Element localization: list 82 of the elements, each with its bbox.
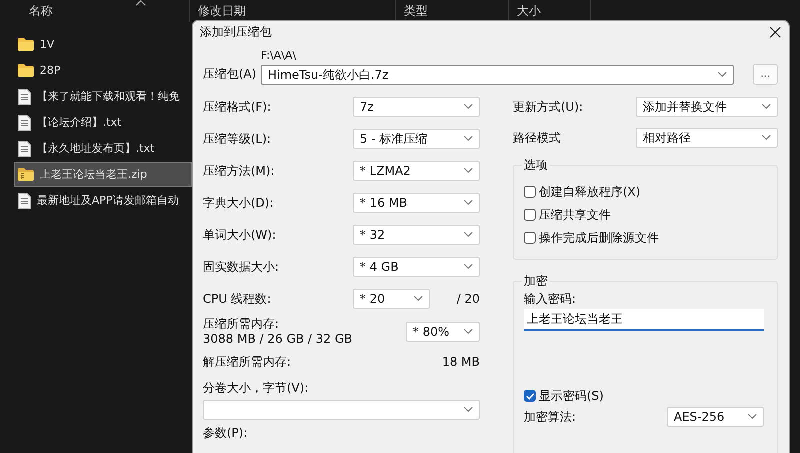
group-title: 选项 — [523, 158, 549, 172]
archive-path: F:\A\A\ — [261, 49, 298, 62]
thread-max: / 20 — [456, 292, 480, 306]
chevron-icon — [464, 200, 473, 206]
chevron-icon — [464, 104, 473, 110]
setting-label: 压缩格式(F): — [203, 100, 272, 114]
field-label: 输入密码: — [524, 292, 578, 306]
chevron-icon — [718, 72, 727, 78]
checkbox[interactable] — [524, 390, 536, 402]
close-icon[interactable] — [770, 26, 781, 38]
password-field[interactable]: 上老王论坛当老王 — [524, 309, 764, 331]
file-row[interactable]: 1V — [14, 32, 192, 57]
setting-dropdown[interactable]: * 4 GB — [353, 257, 480, 277]
setting-label: CPU 线程数: — [203, 292, 272, 306]
file-row[interactable]: 【来了就能下载和观看！纯免 — [14, 84, 192, 109]
chevron-icon — [464, 168, 473, 174]
file-row[interactable]: 【论坛介绍】.txt — [14, 110, 192, 135]
setting-label: 单词大小(W): — [203, 228, 278, 242]
setting-label: 路径模式 — [513, 131, 562, 145]
chevron-icon — [762, 135, 771, 141]
column-header[interactable]: 名称 — [0, 0, 190, 22]
checkbox[interactable] — [524, 232, 536, 244]
archive-name-field[interactable]: HimeTsu-纯欲小白.7z — [261, 65, 734, 85]
chevron-icon — [464, 136, 473, 142]
file-row[interactable]: 【永久地址发布页】.txt — [14, 136, 192, 161]
file-name: 【来了就能下载和观看！纯免 — [37, 89, 180, 104]
chevron-icon — [464, 328, 473, 334]
chevron-icon — [414, 296, 423, 302]
zip-folder-icon — [18, 168, 34, 181]
file-name: 1V — [40, 38, 55, 51]
file-row[interactable]: 28P — [14, 58, 192, 83]
memory-usage: 3088 MB / 26 GB / 32 GB — [203, 332, 353, 346]
setting-label: 压缩等级(L): — [203, 132, 272, 146]
option-label: 压缩共享文件 — [539, 208, 611, 222]
setting-dropdown[interactable]: 相对路径 — [636, 128, 778, 148]
text-file-icon — [18, 192, 31, 208]
text-file-icon — [18, 88, 31, 104]
encryption-dropdown[interactable]: AES-256 — [667, 407, 764, 427]
setting-label: 参数(P): — [203, 426, 249, 440]
setting-label: 分卷大小，字节(V): — [203, 381, 310, 395]
setting-label: 解压缩所需内存: — [203, 355, 292, 369]
chevron-icon — [762, 104, 771, 110]
setting-dropdown[interactable]: 添加并替换文件 — [636, 97, 778, 117]
dialog-title: 添加到压缩包 — [200, 25, 272, 39]
setting-label: 更新方式(U): — [513, 100, 584, 114]
setting-label: 压缩所需内存: — [203, 317, 280, 331]
browse-button[interactable]: ... — [753, 64, 778, 85]
checkbox[interactable] — [524, 209, 536, 221]
setting-dropdown[interactable]: * 16 MB — [353, 193, 480, 213]
setting-dropdown[interactable]: * 20 — [353, 289, 430, 309]
text-file-icon — [18, 140, 31, 156]
option-label: 显示密码(S) — [539, 389, 604, 403]
setting-dropdown[interactable]: 7z — [353, 97, 480, 117]
setting-label: 加密算法: — [524, 410, 576, 424]
file-name: 最新地址及APP请发邮箱自动 — [37, 193, 179, 208]
file-name: 28P — [40, 64, 61, 77]
file-name: 【论坛介绍】.txt — [37, 115, 122, 130]
file-name: 【永久地址发布页】.txt — [37, 141, 155, 156]
checkbox[interactable] — [524, 186, 536, 198]
setting-dropdown[interactable]: * LZMA2 — [353, 161, 480, 181]
memory-usage: 18 MB — [442, 355, 480, 369]
setting-dropdown[interactable]: * 32 — [353, 225, 480, 245]
chevron-icon — [464, 407, 473, 413]
group-title: 加密 — [523, 274, 549, 288]
folder-icon — [18, 38, 34, 51]
setting-label: 固实数据大小: — [203, 260, 280, 274]
option-label: 创建自释放程序(X) — [539, 185, 641, 199]
memory-dropdown[interactable]: * 80% — [406, 322, 480, 342]
chevron-icon — [748, 414, 757, 420]
folder-icon — [18, 64, 34, 77]
chevron-icon — [464, 232, 473, 238]
text-file-icon — [18, 114, 31, 130]
file-name: 上老王论坛当老王.zip — [40, 167, 148, 182]
setting-dropdown[interactable]: 5 - 标准压缩 — [353, 129, 480, 149]
file-row[interactable]: 最新地址及APP请发邮箱自动 — [14, 188, 192, 213]
setting-label: 字典大小(D): — [203, 196, 275, 210]
check-icon — [526, 392, 534, 400]
chevron-icon — [464, 264, 473, 270]
field-label: 压缩包(A) — [203, 66, 258, 81]
setting-label: 压缩方法(M): — [203, 164, 276, 178]
file-row[interactable]: 上老王论坛当老王.zip — [14, 162, 192, 187]
option-label: 操作完成后删除源文件 — [539, 231, 659, 245]
